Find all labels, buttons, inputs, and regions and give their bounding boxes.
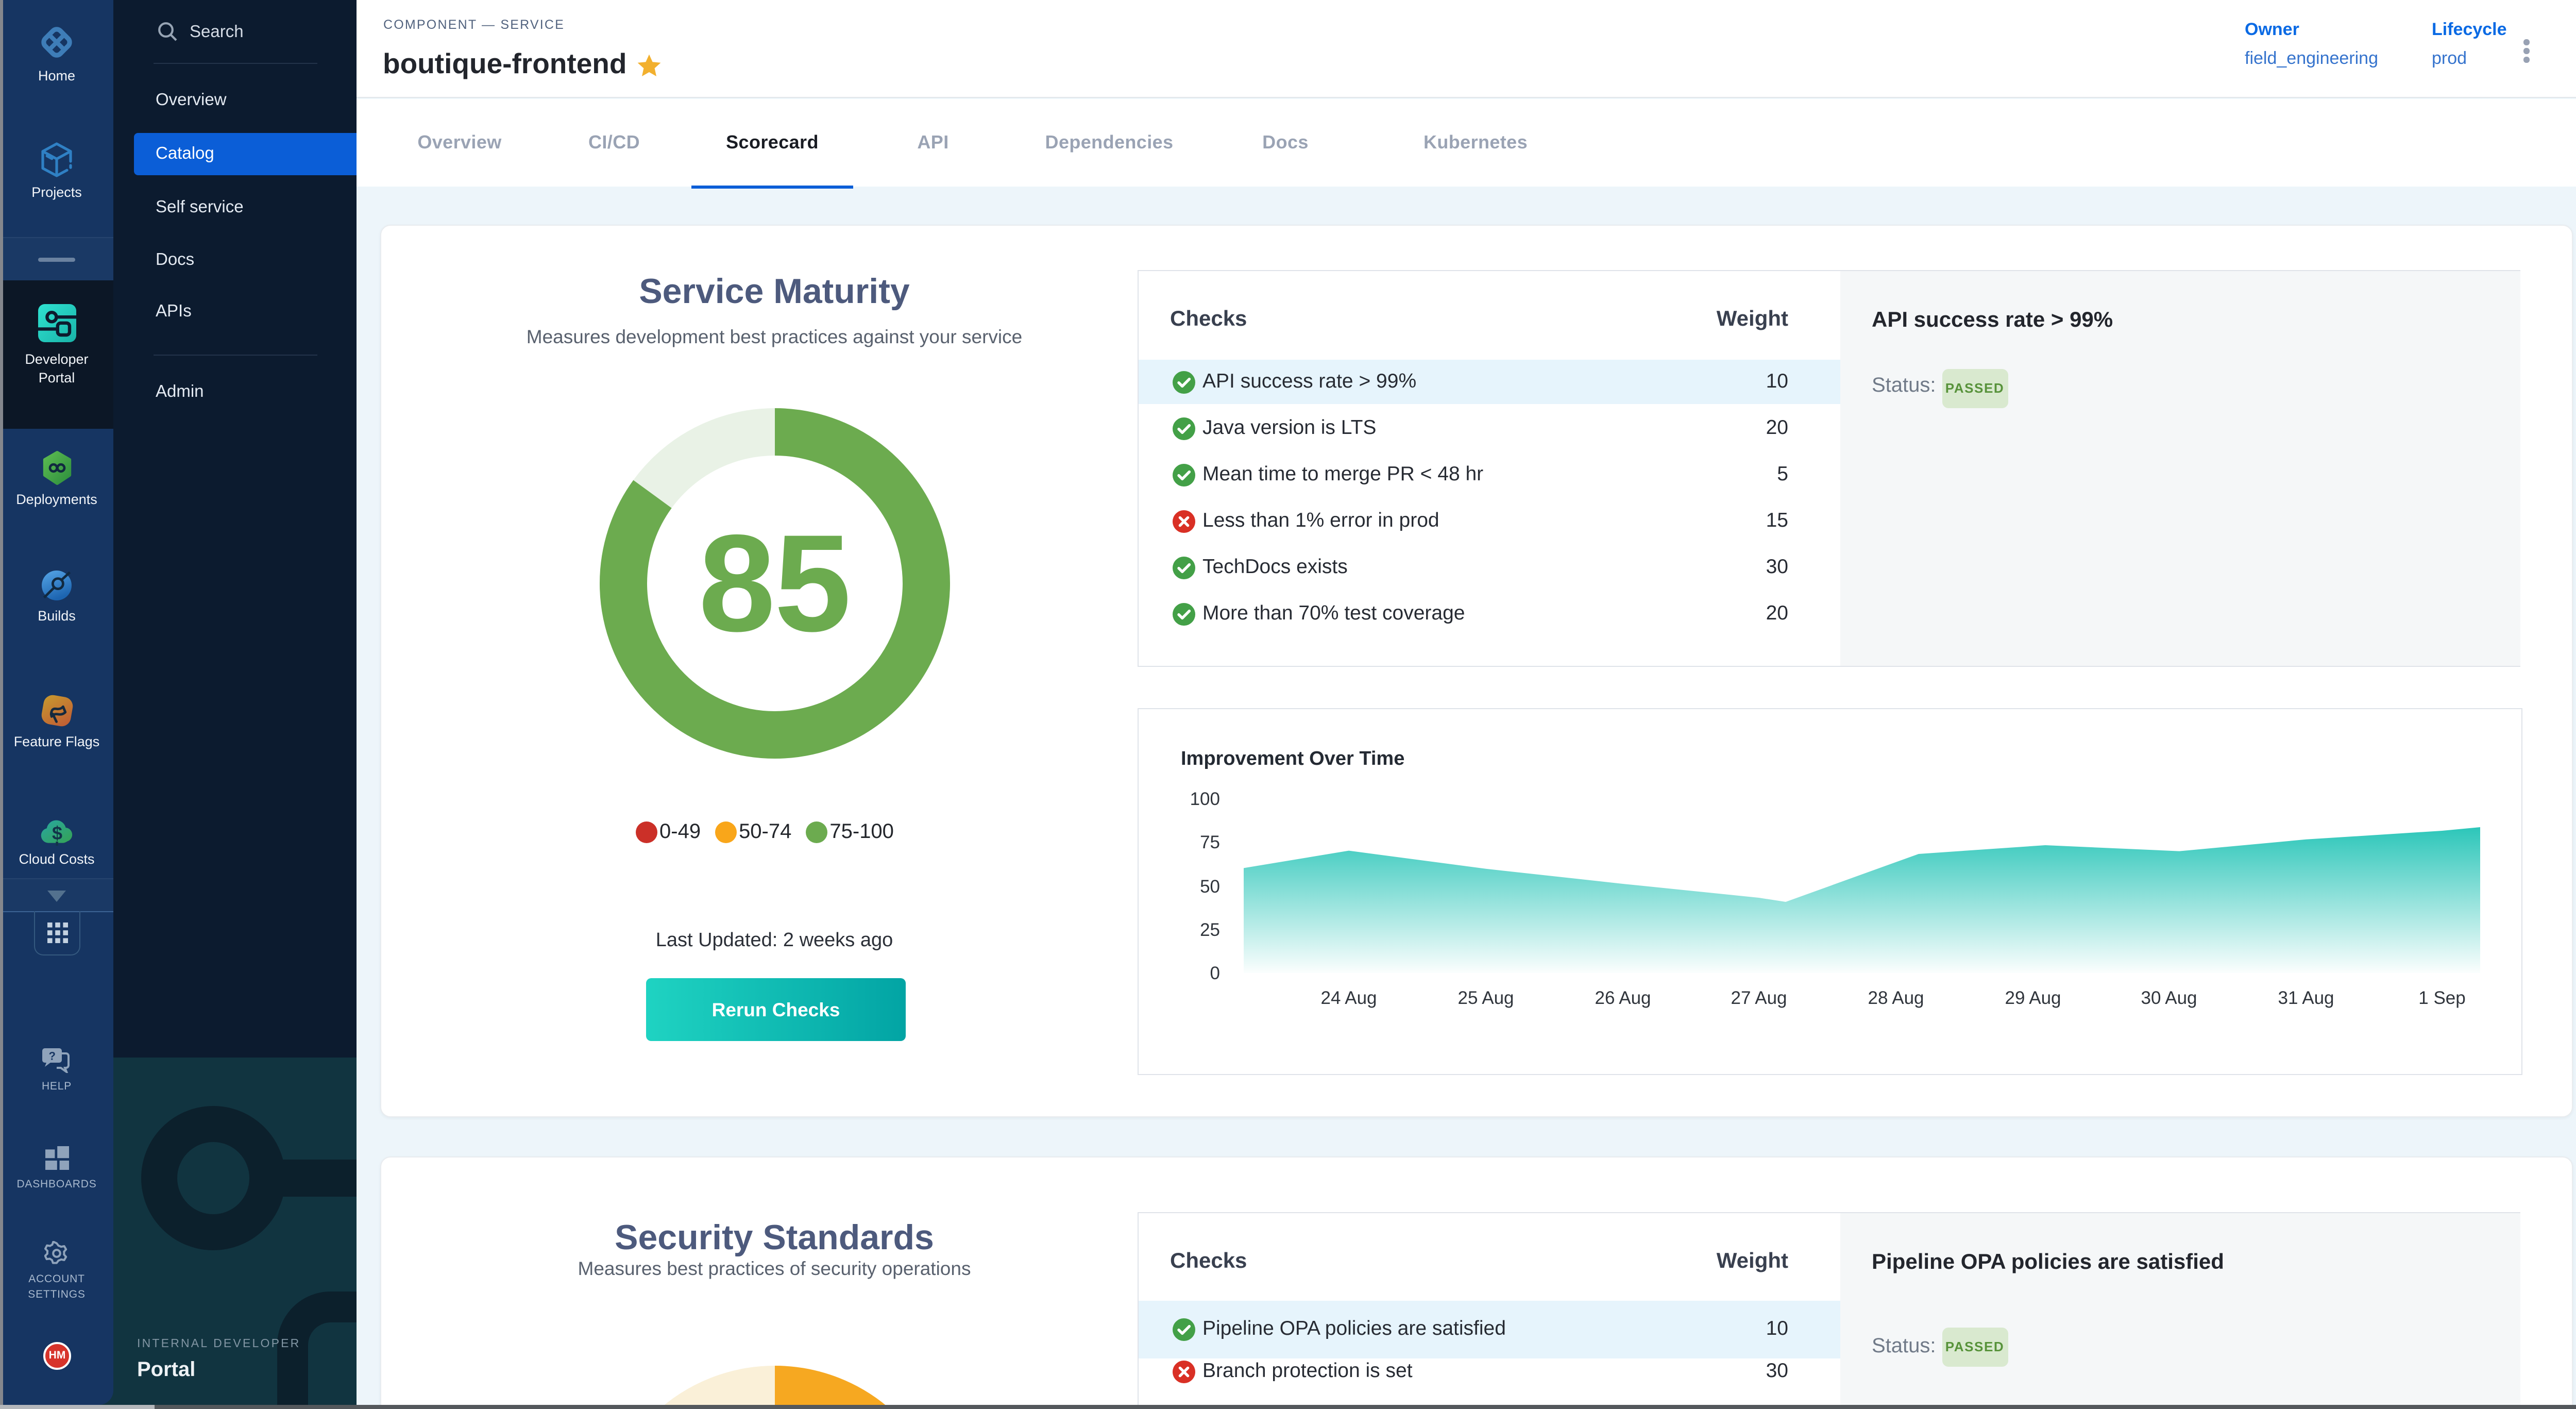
svg-text:?: ? <box>48 1049 55 1062</box>
svg-text:$: $ <box>52 823 62 844</box>
